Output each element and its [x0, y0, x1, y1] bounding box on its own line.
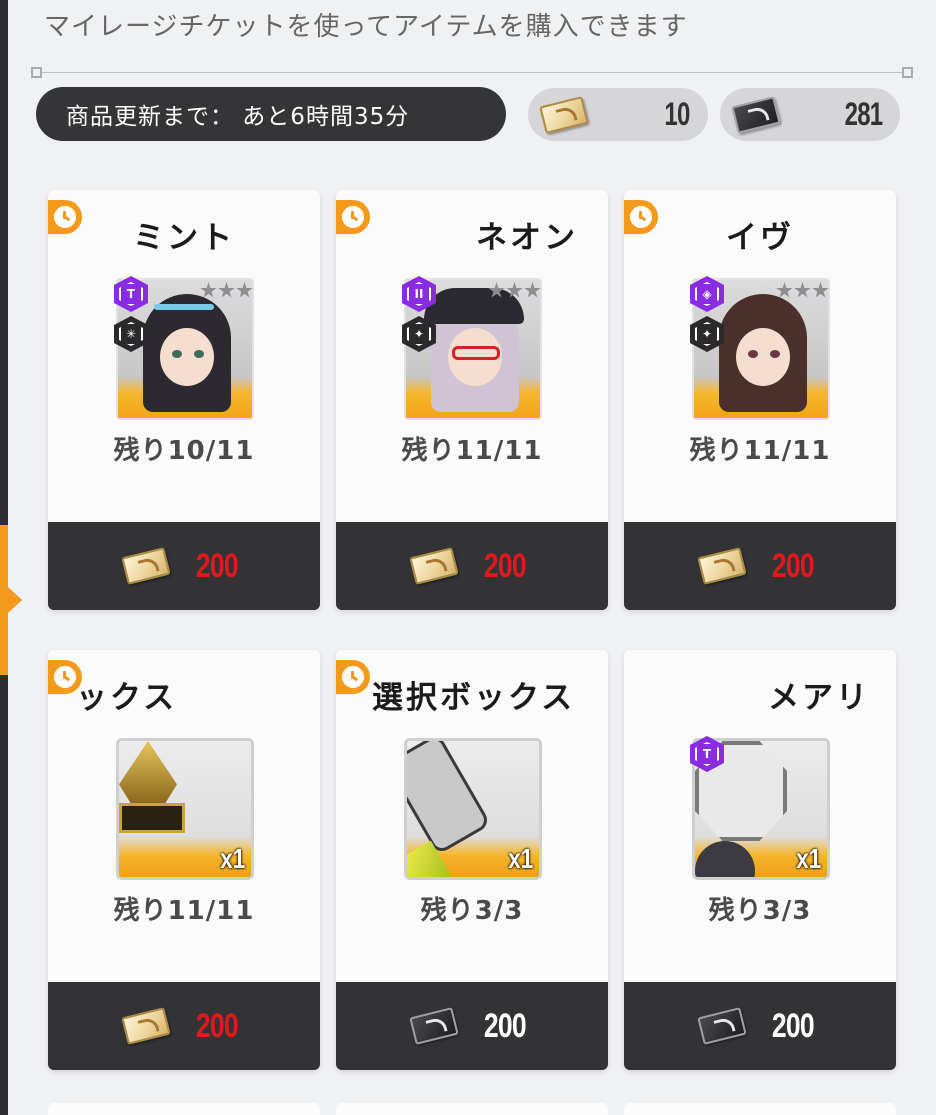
- price-bar[interactable]: 200: [48, 982, 320, 1070]
- remaining-stock: 残り3/3: [708, 896, 812, 926]
- gold-ticket-balance: 10: [528, 88, 708, 141]
- header-divider: [36, 72, 908, 73]
- item-price: 200: [484, 1006, 527, 1045]
- black-mileage-ticket-icon: [697, 1007, 747, 1045]
- gold-mileage-ticket-icon: [697, 547, 747, 585]
- active-tab-indicator: [0, 525, 8, 675]
- gold-mileage-ticket-icon: [539, 95, 589, 134]
- item-quantity: x1: [796, 843, 821, 874]
- item-name: ネオン: [476, 220, 578, 256]
- active-tab-arrow-icon: [8, 587, 22, 613]
- shop-item-select-box[interactable]: 選択ボックス x1 残り3/3 200: [336, 650, 608, 1070]
- refresh-timer: 商品更新まで： あと6時間35分: [36, 87, 506, 141]
- remaining-stock: 残り11/11: [113, 896, 255, 926]
- rarity-stars-icon: [200, 282, 253, 299]
- remaining-stock: 残り3/3: [420, 896, 524, 926]
- black-mileage-ticket-icon: [731, 95, 781, 134]
- gold-mileage-ticket-icon: [121, 1007, 171, 1045]
- item-price: 200: [484, 546, 527, 585]
- shop-item-eve[interactable]: イヴ ◈ ✦ 残り11/11 200: [624, 190, 896, 610]
- item-name: 選択ボックス: [372, 680, 576, 716]
- gold-ticket-count: 10: [664, 96, 691, 132]
- item-name: ミント: [133, 220, 235, 256]
- next-row-card-edge: [48, 1103, 320, 1115]
- shop-item-mint[interactable]: ミント T ✳ 残り10/11 200: [48, 190, 320, 610]
- item-price: 200: [196, 1006, 239, 1045]
- item-quantity: x1: [220, 843, 245, 874]
- remaining-stock: 残り11/11: [689, 436, 831, 466]
- price-bar[interactable]: 200: [336, 522, 608, 610]
- price-bar[interactable]: 200: [48, 522, 320, 610]
- item-price: 200: [772, 546, 815, 585]
- item-name: イヴ: [726, 220, 794, 256]
- item-name: ックス: [76, 680, 178, 716]
- refresh-timer-label: 商品更新まで： あと6時間35分: [66, 104, 410, 130]
- rarity-stars-icon: [776, 282, 829, 299]
- divider-end-right: [902, 67, 913, 78]
- price-bar[interactable]: 200: [336, 982, 608, 1070]
- shop-description: マイレージチケットを使ってアイテムを購入できます: [44, 12, 688, 42]
- gold-mileage-ticket-icon: [121, 547, 171, 585]
- price-bar[interactable]: 200: [624, 982, 896, 1070]
- shop-item-neon[interactable]: ネオン II ✦ 残り11/11 200: [336, 190, 608, 610]
- item-quantity: x1: [508, 843, 533, 874]
- item-price: 200: [772, 1006, 815, 1045]
- item-image-capsule: x1: [404, 738, 542, 880]
- gold-mileage-ticket-icon: [409, 547, 459, 585]
- rarity-stars-icon: [488, 282, 541, 299]
- item-price: 200: [196, 546, 239, 585]
- price-bar[interactable]: 200: [624, 522, 896, 610]
- item-name: メアリ: [768, 680, 870, 716]
- remaining-stock: 残り11/11: [401, 436, 543, 466]
- shop-item-ssr-box[interactable]: ックス x1 残り11/11 200: [48, 650, 320, 1070]
- black-ticket-count: 281: [844, 96, 883, 132]
- shop-item-mary[interactable]: メアリ x1 T 残り3/3 200: [624, 650, 896, 1070]
- next-row-card-edge: [624, 1103, 896, 1115]
- divider-end-left: [31, 67, 42, 78]
- item-image-golden-box: x1: [116, 738, 254, 880]
- remaining-stock: 残り10/11: [113, 436, 255, 466]
- black-ticket-balance: 281: [720, 88, 900, 141]
- black-mileage-ticket-icon: [409, 1007, 459, 1045]
- next-row-card-edge: [336, 1103, 608, 1115]
